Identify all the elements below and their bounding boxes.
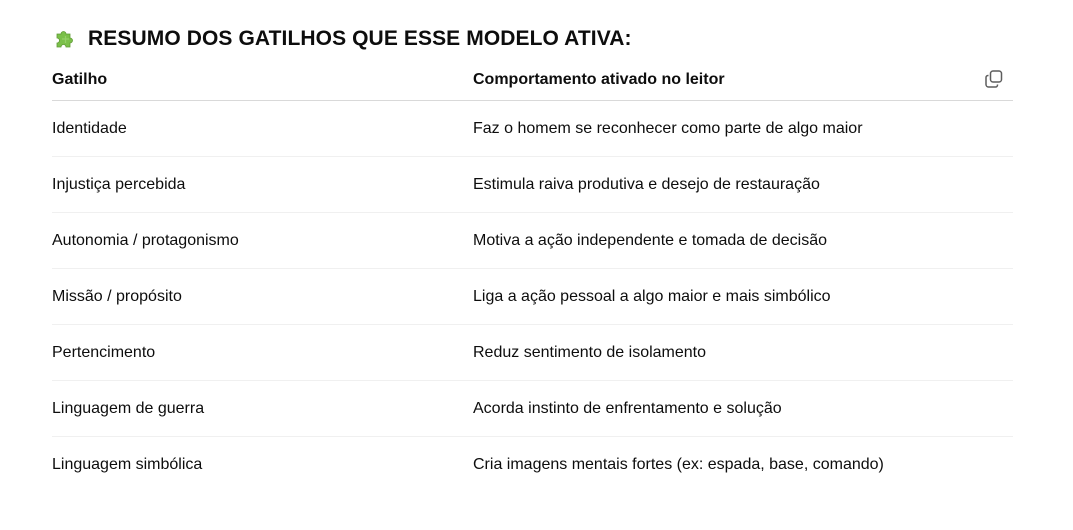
copy-table-button[interactable]	[983, 68, 1005, 90]
section-title: RESUMO DOS GATILHOS QUE ESSE MODELO ATIV…	[88, 27, 632, 50]
table-header: Gatilho Comportamento ativado no leitor	[52, 60, 1013, 101]
puzzle-piece-icon	[54, 27, 78, 51]
trigger-cell: Identidade	[52, 100, 473, 157]
copy-icon	[985, 70, 1003, 88]
trigger-cell: Autonomia / protagonismo	[52, 212, 473, 269]
behavior-cell: Liga a ação pessoal a algo maior e mais …	[473, 268, 1013, 325]
behavior-cell: Cria imagens mentais fortes (ex: espada,…	[473, 455, 884, 473]
column-header-gatilho: Gatilho	[52, 60, 473, 101]
trigger-cell: Missão / propósito	[52, 268, 473, 325]
table-body: Identidade Faz o homem se reconhecer com…	[52, 100, 1013, 493]
behavior-cell: Faz o homem se reconhecer como parte de …	[473, 100, 1013, 157]
section-heading: RESUMO DOS GATILHOS QUE ESSE MODELO ATIV…	[54, 24, 632, 54]
table-row: Pertencimento Reduz sentimento de isolam…	[52, 324, 1013, 381]
behavior-cell: Acorda instinto de enfrentamento e soluç…	[473, 380, 1013, 437]
behavior-cell: Estimula raiva produtiva e desejo de res…	[473, 156, 1013, 213]
table-row: Missão / propósito Liga a ação pessoal a…	[52, 268, 1013, 325]
table-row: Autonomia / protagonismo Motiva a ação i…	[52, 212, 1013, 269]
column-header-label: Comportamento ativado no leitor	[473, 71, 725, 88]
column-header-comportamento: Comportamento ativado no leitor	[473, 60, 1013, 101]
trigger-cell: Injustiça percebida	[52, 156, 473, 213]
behavior-cell: Reduz sentimento de isolamento	[473, 324, 1013, 381]
table-row: Linguagem simbólica Cria imagens mentais…	[52, 437, 1013, 493]
triggers-table: Gatilho Comportamento ativado no leitor …	[52, 60, 1013, 492]
table-row: Identidade Faz o homem se reconhecer com…	[52, 100, 1013, 157]
trigger-cell: Linguagem de guerra	[52, 380, 473, 437]
table-row: Injustiça percebida Estimula raiva produ…	[52, 156, 1013, 213]
triggers-table-container: Gatilho Comportamento ativado no leitor …	[52, 60, 1013, 492]
trigger-cell: Linguagem simbólica	[52, 455, 203, 473]
table-header-row: Gatilho Comportamento ativado no leitor	[52, 60, 1013, 101]
table-row: Linguagem de guerra Acorda instinto de e…	[52, 380, 1013, 437]
trigger-cell: Pertencimento	[52, 324, 473, 381]
behavior-cell: Motiva a ação independente e tomada de d…	[473, 212, 1013, 269]
